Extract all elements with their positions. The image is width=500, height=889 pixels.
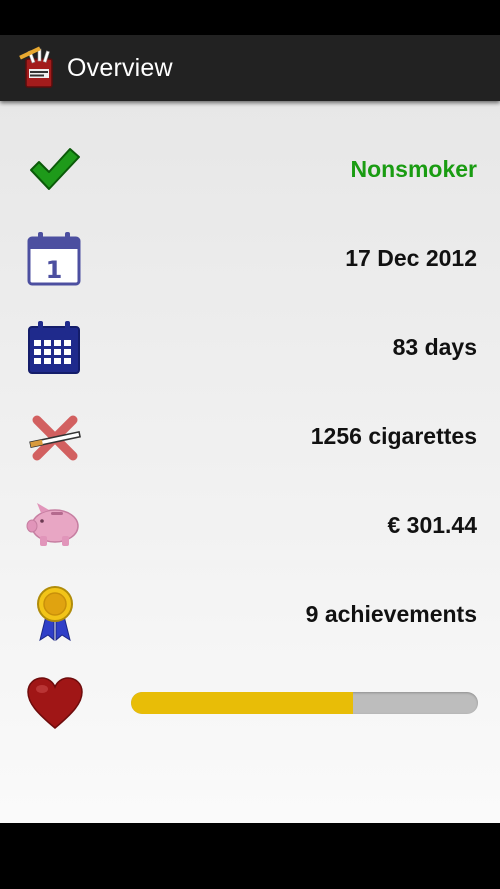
quit-date-row: 1 17 Dec 2012: [0, 218, 500, 298]
cigarettes-count: 1256 cigarettes: [310, 423, 477, 449]
check-icon: [30, 148, 80, 190]
calendar-month-icon: [28, 321, 80, 374]
health-progress-fill: [131, 692, 354, 714]
health-row: [0, 663, 500, 743]
days-row: 83 days: [0, 307, 500, 387]
calendar-day-icon: 1: [27, 232, 81, 286]
navigation-bar: [0, 823, 500, 889]
smoking-status: Nonsmoker: [350, 156, 477, 182]
status-row: Nonsmoker: [0, 129, 500, 209]
achievements-row: 9 achievements: [0, 574, 500, 654]
achievements-count: 9 achievements: [305, 601, 477, 627]
crossed-cigarette-icon: [29, 415, 81, 461]
piggy-bank-icon: [26, 503, 79, 546]
award-ribbon-icon: [37, 586, 73, 642]
cigarettes-row: 1256 cigarettes: [0, 396, 500, 476]
svg-text:1: 1: [46, 256, 63, 284]
cigarette-pack-icon[interactable]: [16, 45, 62, 91]
money-saved: € 301.44: [387, 512, 477, 538]
page-title: Overview: [67, 53, 173, 82]
health-progress-bar: [131, 692, 478, 714]
action-bar: Overview: [0, 35, 500, 101]
days-count: 83 days: [392, 334, 477, 360]
money-row: € 301.44: [0, 485, 500, 565]
overview-content: Nonsmoker 1 17 Dec 2012 83 days 1256 cig…: [0, 101, 500, 823]
heart-icon: [27, 677, 83, 729]
quit-date: 17 Dec 2012: [345, 245, 477, 271]
status-bar: [0, 0, 500, 35]
